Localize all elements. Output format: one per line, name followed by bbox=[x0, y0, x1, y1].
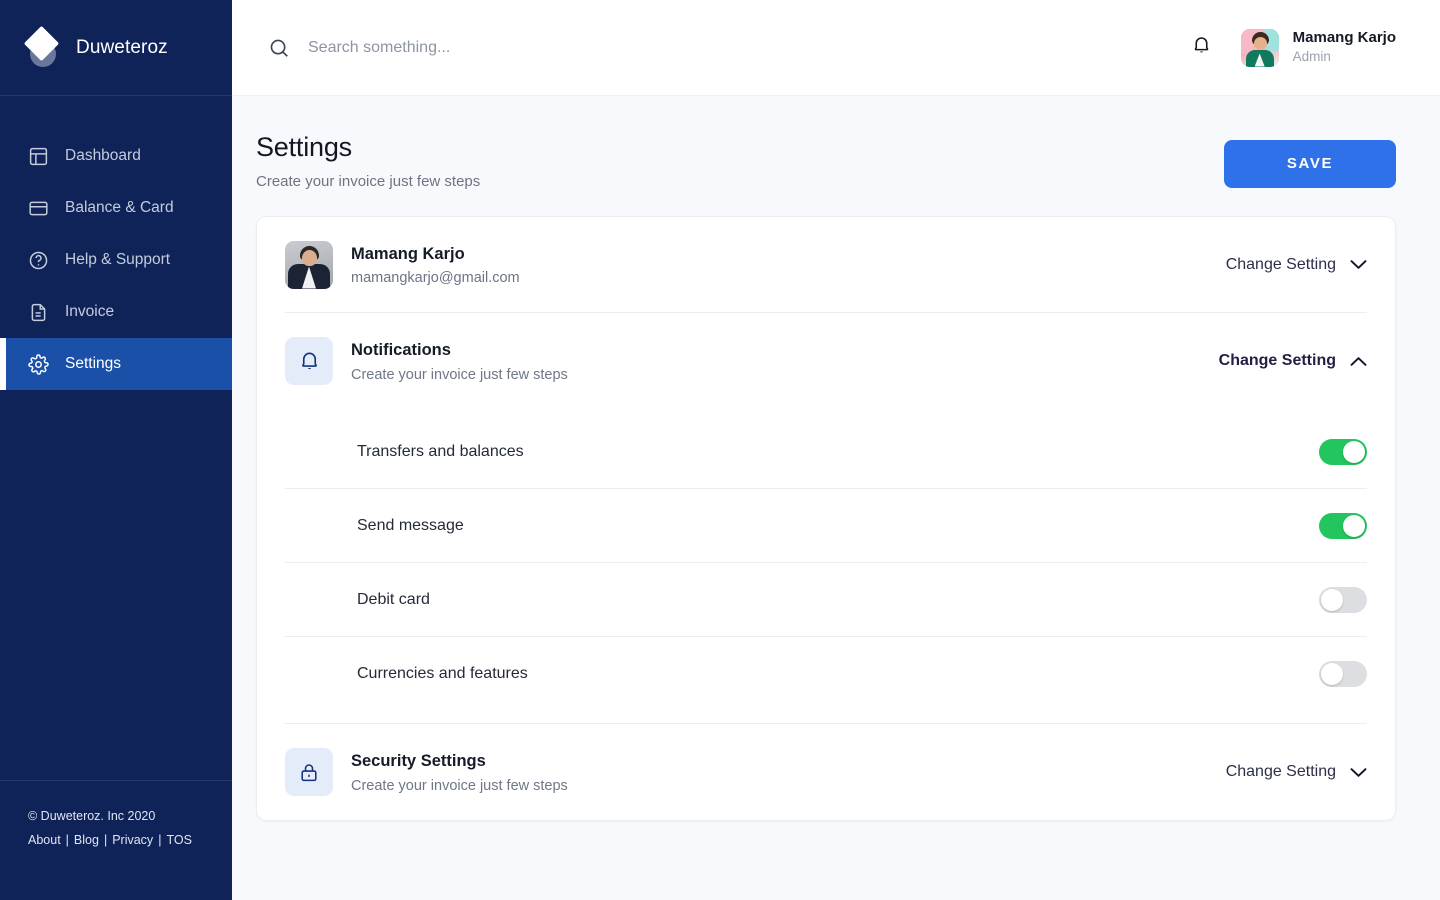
sidebar-item-label: Settings bbox=[65, 355, 122, 372]
profile-change-setting-button[interactable]: Change Setting bbox=[1226, 256, 1367, 274]
main-area: Mamang Karjo Admin Settings Create your … bbox=[232, 0, 1440, 900]
copyright-text: © Duweteroz. Inc 2020 bbox=[28, 809, 156, 823]
profile-avatar bbox=[285, 240, 333, 289]
sidebar-item-balance-card[interactable]: Balance & Card bbox=[0, 182, 232, 234]
notification-bell-button[interactable] bbox=[1185, 31, 1219, 65]
footer-links: About | Blog | Privacy | TOS bbox=[28, 833, 232, 847]
toggle-send-message[interactable] bbox=[1319, 512, 1367, 539]
notifications-row: Notifications Create your invoice just f… bbox=[285, 313, 1367, 409]
page-subtitle: Create your invoice just few steps bbox=[256, 173, 481, 191]
brand[interactable]: Duweteroz bbox=[0, 0, 232, 96]
change-setting-label: Change Setting bbox=[1225, 255, 1336, 273]
search-bar[interactable] bbox=[268, 37, 1185, 59]
security-change-setting-button[interactable]: Change Setting bbox=[1226, 763, 1367, 781]
profile-text: Mamang Karjo mamangkarjo@gmail.com bbox=[351, 243, 1208, 286]
toggle-currencies-and-features[interactable] bbox=[1319, 661, 1367, 688]
profile-row: Mamang Karjo mamangkarjo@gmail.com Chang… bbox=[285, 217, 1367, 314]
card-icon bbox=[27, 197, 49, 219]
footer-link-about[interactable]: About bbox=[28, 833, 61, 847]
security-title: Security Settings bbox=[351, 752, 486, 771]
help-circle-icon bbox=[27, 249, 49, 271]
sidebar: Duweteroz Dashboard Balance & Card Help … bbox=[0, 0, 232, 900]
notification-toggle-list: Transfers and balances Send message Debi… bbox=[285, 409, 1367, 711]
toggle-row: Send message bbox=[285, 489, 1367, 564]
toggle-row: Currencies and features bbox=[285, 637, 1367, 711]
content: Settings Create your invoice just few st… bbox=[232, 96, 1440, 900]
notifications-text: Notifications Create your invoice just f… bbox=[351, 339, 1201, 382]
sidebar-item-label: Invoice bbox=[65, 303, 115, 320]
toggle-debit-card[interactable] bbox=[1319, 586, 1367, 613]
footer-link-blog[interactable]: Blog bbox=[74, 833, 99, 847]
gear-icon bbox=[27, 353, 49, 375]
sidebar-item-label: Dashboard bbox=[65, 147, 141, 164]
sidebar-footer: © Duweteroz. Inc 2020 About | Blog | Pri… bbox=[0, 780, 232, 900]
sidebar-item-help-support[interactable]: Help & Support bbox=[0, 234, 232, 286]
chevron-up-icon bbox=[1350, 356, 1367, 367]
app-root: Duweteroz Dashboard Balance & Card Help … bbox=[0, 0, 1440, 900]
user-meta: Mamang Karjo Admin bbox=[1293, 29, 1396, 65]
sidebar-item-settings[interactable]: Settings bbox=[0, 338, 232, 390]
toggle-label: Currencies and features bbox=[357, 665, 528, 683]
footer-link-tos[interactable]: TOS bbox=[166, 833, 191, 847]
save-button[interactable]: SAVE bbox=[1224, 140, 1396, 188]
footer-separator: | bbox=[65, 833, 69, 847]
toggle-row: Debit card bbox=[285, 563, 1367, 638]
footer-separator: | bbox=[103, 833, 108, 847]
bell-icon bbox=[1191, 34, 1212, 61]
bell-icon bbox=[285, 337, 333, 386]
search-input[interactable] bbox=[308, 38, 728, 57]
security-row: Security Settings Create your invoice ju… bbox=[285, 724, 1367, 820]
avatar bbox=[1240, 28, 1279, 67]
user-menu[interactable]: Mamang Karjo Admin bbox=[1240, 28, 1416, 67]
change-setting-label: Change Setting bbox=[1225, 763, 1336, 781]
sidebar-item-dashboard[interactable]: Dashboard bbox=[0, 130, 232, 182]
sidebar-item-invoice[interactable]: Invoice bbox=[0, 286, 232, 338]
page-header: Settings Create your invoice just few st… bbox=[256, 132, 1396, 190]
footer-separator: | bbox=[158, 833, 162, 847]
profile-email: mamangkarjo@gmail.com bbox=[351, 270, 520, 287]
lock-icon bbox=[285, 748, 333, 797]
user-role: Admin bbox=[1292, 49, 1331, 65]
notifications-subtitle: Create your invoice just few steps bbox=[351, 366, 568, 383]
sidebar-nav: Dashboard Balance & Card Help & Support … bbox=[0, 96, 232, 780]
toggle-label: Transfers and balances bbox=[357, 442, 524, 460]
toggle-row: Transfers and balances bbox=[285, 415, 1367, 490]
change-setting-label: Change Setting bbox=[1218, 352, 1336, 370]
page-title: Settings bbox=[256, 132, 352, 162]
security-subtitle: Create your invoice just few steps bbox=[351, 777, 568, 794]
dashboard-icon bbox=[27, 145, 49, 167]
diamond-logo-icon bbox=[22, 25, 62, 68]
sidebar-item-label: Balance & Card bbox=[65, 199, 174, 216]
settings-card: Mamang Karjo mamangkarjo@gmail.com Chang… bbox=[256, 216, 1396, 822]
search-icon bbox=[268, 37, 290, 59]
toggle-label: Debit card bbox=[357, 590, 430, 608]
chevron-down-icon bbox=[1350, 767, 1367, 778]
profile-name: Mamang Karjo bbox=[351, 244, 465, 263]
user-name: Mamang Karjo bbox=[1292, 29, 1396, 47]
document-icon bbox=[27, 301, 49, 323]
security-text: Security Settings Create your invoice ju… bbox=[351, 750, 1208, 793]
brand-name: Duweteroz bbox=[76, 36, 168, 58]
footer-link-privacy[interactable]: Privacy bbox=[112, 833, 153, 847]
notifications-change-setting-button[interactable]: Change Setting bbox=[1219, 352, 1367, 370]
page-header-text: Settings Create your invoice just few st… bbox=[256, 132, 480, 190]
notifications-title: Notifications bbox=[351, 341, 451, 360]
topbar-right: Mamang Karjo Admin bbox=[1185, 28, 1416, 67]
topbar: Mamang Karjo Admin bbox=[232, 0, 1440, 96]
toggle-transfers-and-balances[interactable] bbox=[1319, 438, 1367, 465]
sidebar-item-label: Help & Support bbox=[65, 251, 171, 268]
chevron-down-icon bbox=[1350, 259, 1367, 270]
toggle-label: Send message bbox=[357, 516, 464, 534]
